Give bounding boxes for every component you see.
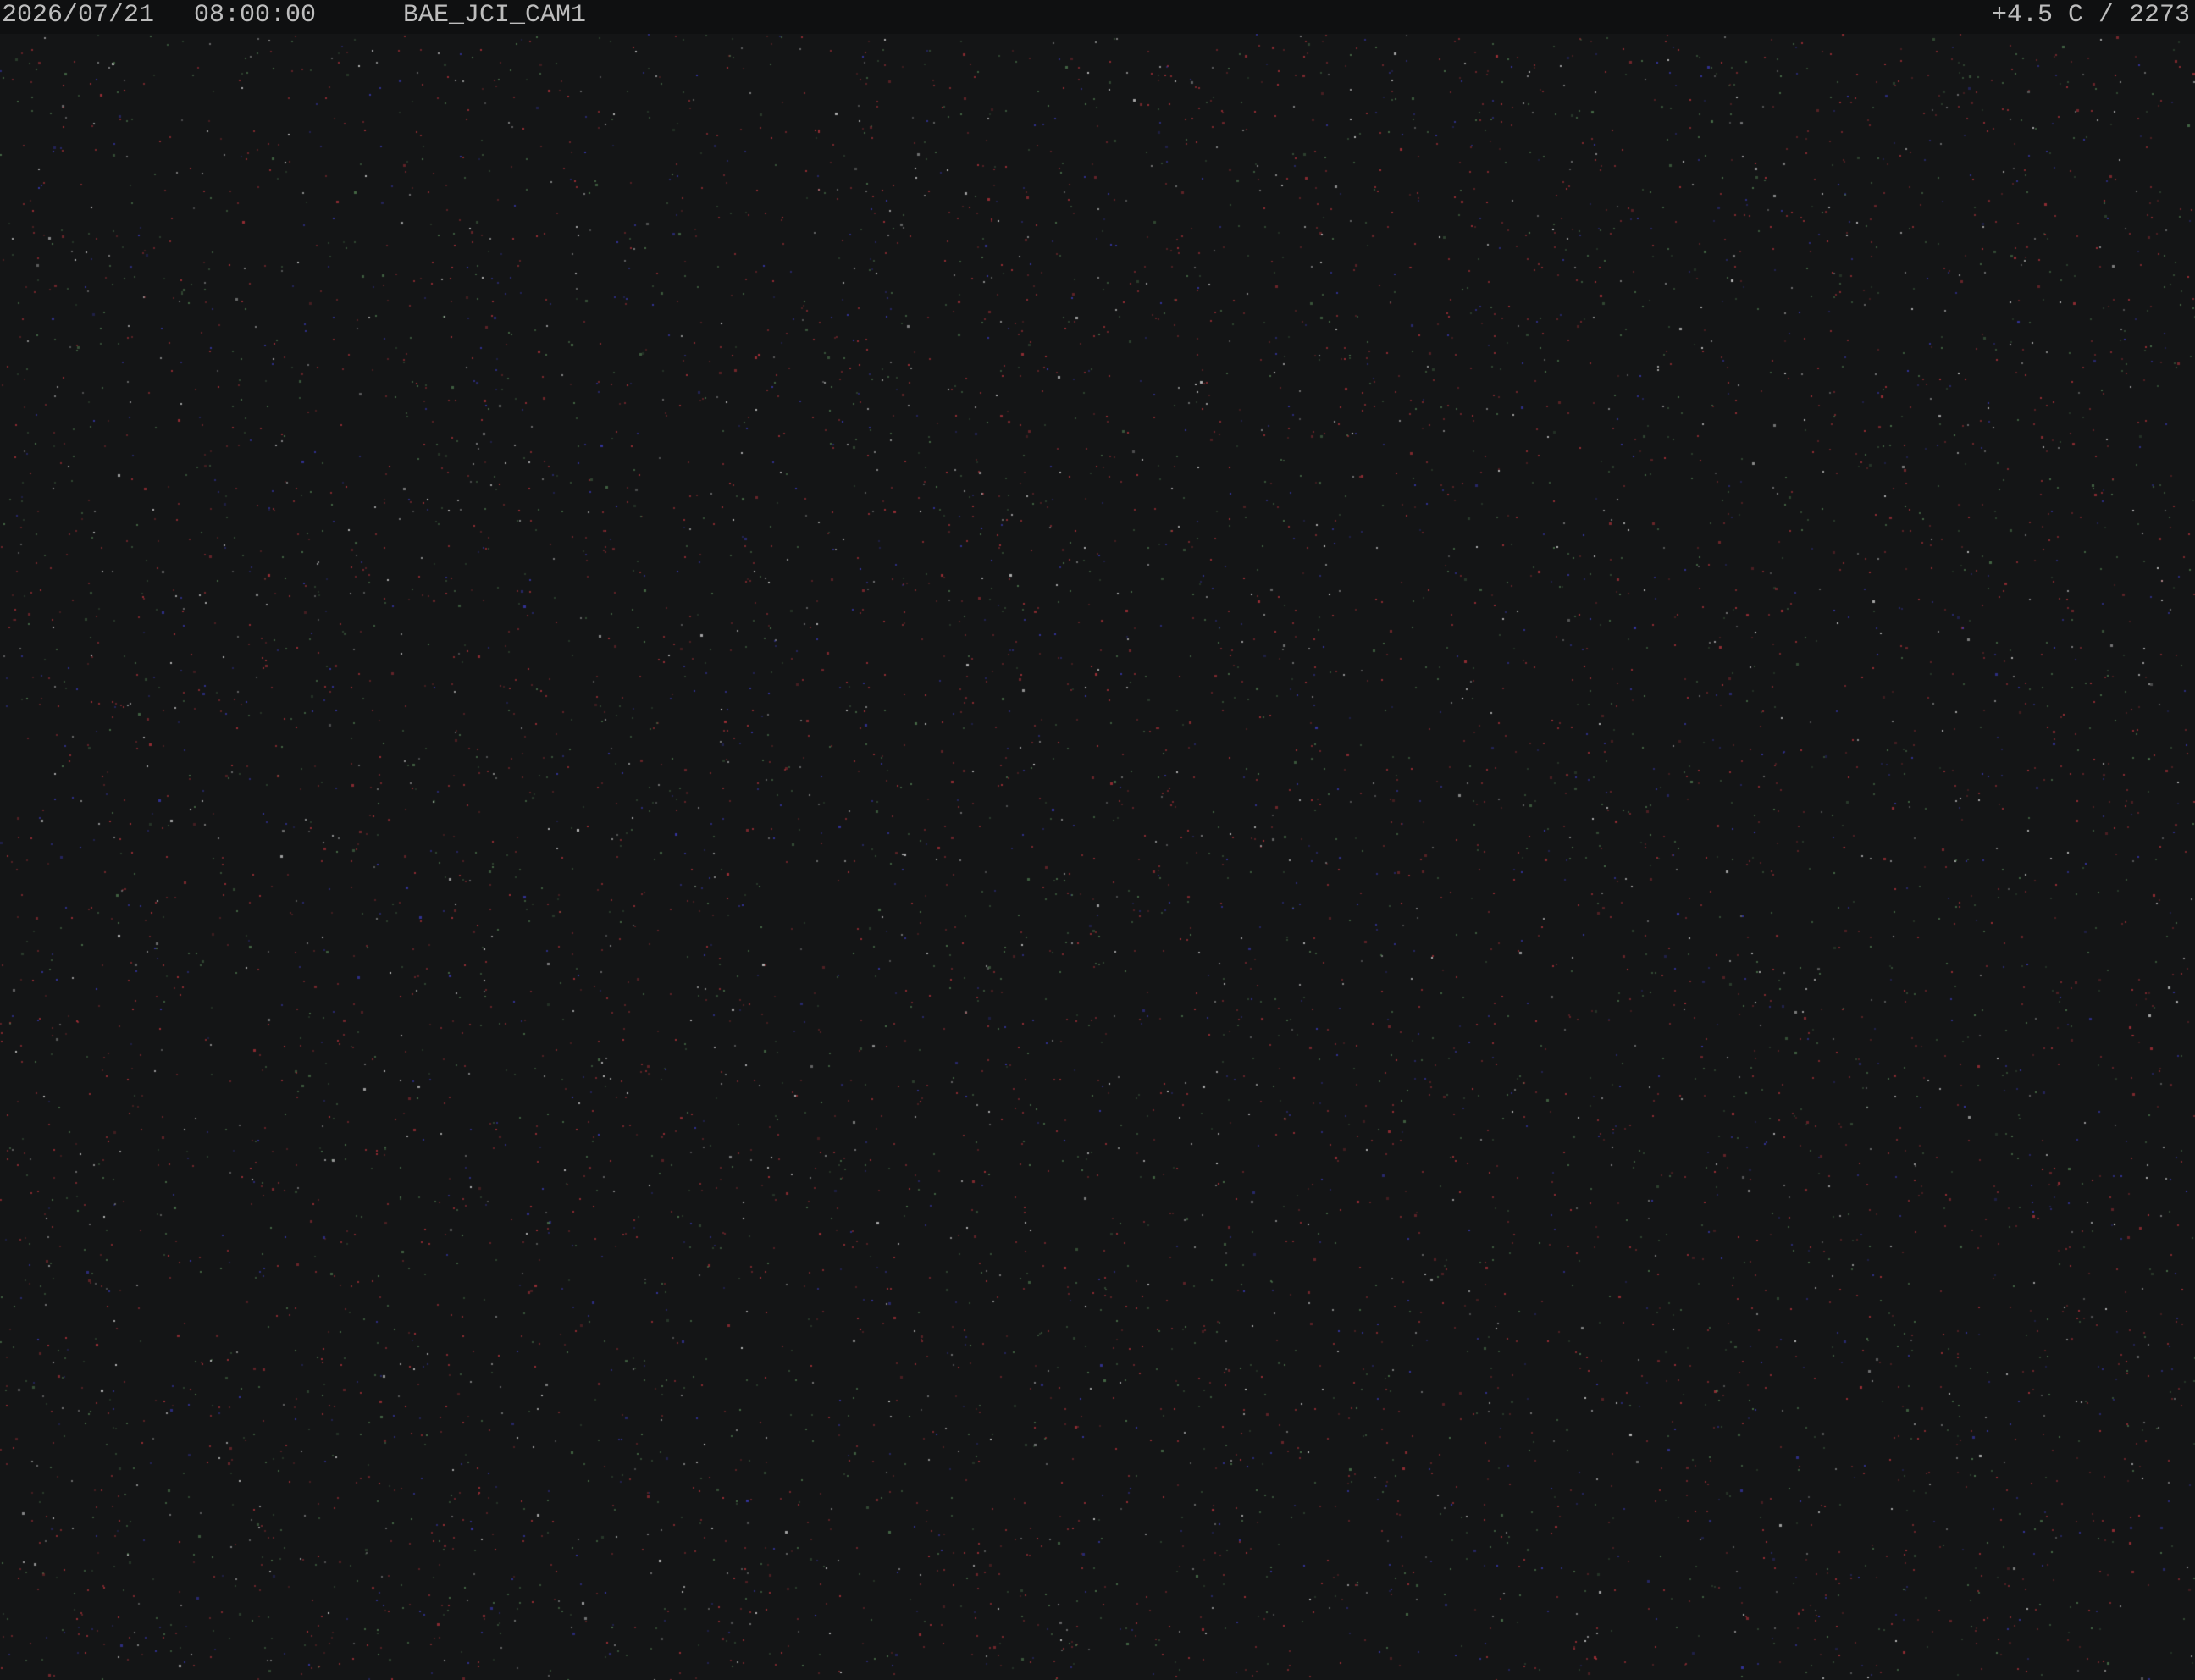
overlay-date: 2026/07/21 (2, 1, 155, 30)
overlay-camera-id: BAE_JCI_CAM1 (403, 1, 587, 30)
camera-frame: 2026/07/21 08:00:00 BAE_JCI_CAM1 +4.5 C … (0, 0, 2195, 1680)
overlay-time: 08:00:00 (194, 1, 317, 30)
night-sky-sensor-noise (0, 0, 2195, 1680)
timestamp-overlay-bar: 2026/07/21 08:00:00 BAE_JCI_CAM1 +4.5 C … (0, 0, 2195, 34)
overlay-temperature-readout: +4.5 C / 2273 (1991, 1, 2190, 30)
